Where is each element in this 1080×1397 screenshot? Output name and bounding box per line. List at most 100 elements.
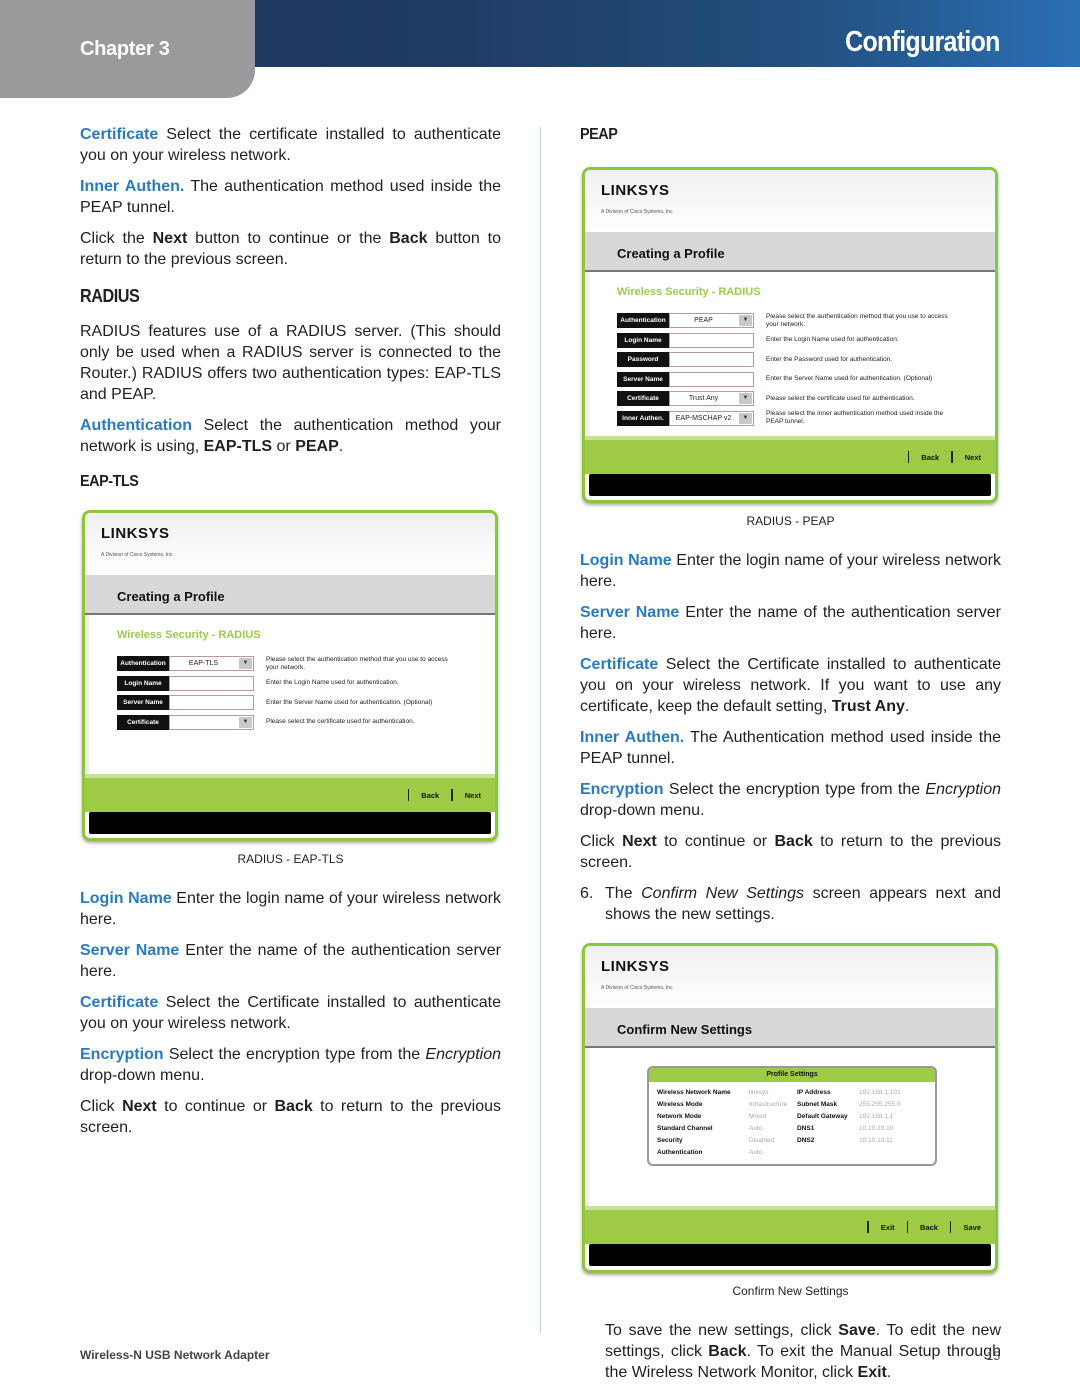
setting-key: Security: [657, 1137, 683, 1144]
back-button[interactable]: Back: [921, 447, 939, 468]
text-input[interactable]: [669, 352, 754, 368]
next-button[interactable]: Next: [965, 447, 981, 468]
setting-key: DNS1: [797, 1125, 815, 1132]
peap-screenshot: LINKSYS A Division of Cisco Systems, Inc…: [582, 167, 998, 503]
step-6: 6. The Confirm New Settings screen appea…: [580, 885, 1002, 923]
select-field[interactable]: EAP-MSCHAP v2 ▼: [669, 410, 754, 426]
click-next-paragraph: Click Next to continue or Back to return…: [580, 833, 1002, 871]
term-server-name: Server Name: [580, 604, 680, 621]
left-column: Certificate Select the certificate insta…: [80, 124, 501, 1148]
nav-separator: [907, 451, 910, 463]
setting-value: [859, 1147, 919, 1158]
term-encryption: Encryption: [80, 1046, 164, 1063]
certificate-paragraph-2: Certificate Select the Certificate insta…: [80, 994, 501, 1032]
inner-authen-paragraph: Inner Authen. The authentication method …: [80, 178, 501, 216]
encryption-paragraph: Encryption Select the encryption type fr…: [580, 781, 1001, 819]
figure-caption: RADIUS - PEAP: [746, 514, 835, 528]
radius-description: RADIUS features use of a RADIUS server. …: [80, 323, 501, 403]
chapter-tab: Chapter 3: [0, 0, 255, 98]
form-row: Server Name Enter the Server Name used fo…: [117, 693, 467, 713]
text-input[interactable]: [169, 695, 254, 711]
text-input[interactable]: [669, 371, 754, 387]
field-help-text: Please select the certificate used for a…: [266, 718, 415, 726]
setting-key: Wireless Network Name: [657, 1089, 731, 1096]
form-row: Authentication PEAP ▼ Please select the aut…: [617, 311, 967, 331]
nav-separator: [951, 451, 953, 463]
setting-value: Disabled: [749, 1137, 775, 1144]
screen-nav: Exit Back Save: [585, 1206, 995, 1244]
form-row: Password Enter the Password used for auth…: [617, 350, 967, 370]
nav-separator: [451, 789, 453, 801]
setting-value: 255.255.255.0: [859, 1101, 901, 1108]
server-name-paragraph: Server Name Enter the name of the authen…: [580, 604, 1002, 642]
screen-title: Creating a Profile: [585, 232, 995, 272]
save-button[interactable]: Save: [963, 1217, 981, 1238]
select-field[interactable]: Trust Any ▼: [669, 391, 754, 407]
field-label: Login Name: [617, 332, 669, 348]
text-input[interactable]: [669, 332, 754, 348]
figure-caption: Confirm New Settings: [732, 1284, 849, 1298]
nav-separator: [906, 1221, 909, 1233]
setting-key: [797, 1147, 859, 1158]
certificate-paragraph: Certificate Select the Certificate insta…: [580, 656, 1001, 715]
term-login-name: Login Name: [80, 890, 172, 907]
screen-nav: Back Next: [585, 436, 995, 474]
footer-product-name: Wireless-N USB Network Adapter: [80, 1348, 270, 1362]
field-label: Password: [617, 352, 669, 368]
term-inner-authen: Inner Authen.: [80, 178, 185, 195]
back-button[interactable]: Back: [421, 785, 439, 806]
chevron-down-icon[interactable]: ▼: [739, 315, 752, 327]
profile-settings-heading: Profile Settings: [649, 1068, 935, 1082]
step-number: 6.: [580, 885, 594, 902]
form-row: Login Name Enter the Login Name used for …: [617, 331, 967, 351]
column-divider: [540, 127, 541, 1333]
field-help-text: Please select the inner authentication m…: [766, 410, 944, 426]
nav-separator: [867, 1221, 869, 1233]
setting-value: linksys: [749, 1089, 769, 1096]
setting-key: DNS2: [797, 1137, 815, 1144]
right-column: PEAP LINKSYS A Division of Cisco Systems…: [580, 124, 1001, 1393]
chevron-down-icon[interactable]: ▼: [739, 393, 752, 405]
chapter-label: Chapter 3: [80, 38, 170, 60]
field-help-text: Please select the authentication method …: [266, 655, 448, 671]
click-next-paragraph: Click Next to continue or Back to return…: [80, 1098, 502, 1136]
nav-separator: [949, 1221, 952, 1233]
text-input[interactable]: [169, 675, 254, 691]
setting-key: Standard Channel: [657, 1125, 713, 1132]
section-title: Wireless Security - RADIUS: [117, 629, 261, 641]
inner-authen-paragraph: Inner Authen. The Authentication method …: [580, 729, 1001, 767]
setting-value: 10.10.10.11: [859, 1137, 893, 1144]
field-value: EAP-MSCHAP v2: [675, 414, 732, 422]
status-strip: [89, 812, 491, 834]
setting-value: 192.168.1.1: [859, 1113, 894, 1120]
field-label: Server Name: [117, 695, 169, 711]
field-help-text: Enter the Login Name used for authentica…: [266, 679, 399, 687]
back-button[interactable]: Back: [920, 1217, 938, 1238]
term-certificate: Certificate: [80, 126, 159, 143]
select-field[interactable]: PEAP ▼: [669, 313, 754, 329]
status-strip: [589, 1244, 991, 1266]
next-button[interactable]: Next: [465, 785, 481, 806]
page-title: Configuration: [845, 26, 1000, 58]
chevron-down-icon[interactable]: ▼: [739, 412, 752, 424]
setting-value: Mixed: [749, 1113, 767, 1120]
select-field[interactable]: ▼: [169, 714, 254, 730]
field-help-text: Enter the Password used for authenticati…: [766, 355, 893, 363]
screen-title: Confirm New Settings: [585, 1008, 995, 1048]
field-value: EAP-TLS: [188, 660, 219, 668]
chevron-down-icon[interactable]: ▼: [239, 658, 252, 670]
save-instructions: To save the new settings, click Save. To…: [605, 1322, 1002, 1381]
chevron-down-icon[interactable]: ▼: [239, 716, 252, 728]
radius-heading: RADIUS: [80, 286, 140, 306]
certificate-paragraph: Certificate Select the certificate insta…: [80, 126, 501, 164]
confirm-settings-screenshot: LINKSYS A Division of Cisco Systems, Inc…: [582, 943, 998, 1273]
authentication-paragraph: Authentication Select the authentication…: [80, 417, 501, 455]
select-field[interactable]: EAP-TLS ▼: [169, 656, 254, 672]
field-label: Authentication: [117, 656, 169, 672]
exit-button[interactable]: Exit: [881, 1217, 895, 1238]
nav-separator: [407, 789, 410, 801]
encryption-paragraph: Encryption Select the encryption type fr…: [80, 1046, 501, 1084]
setting-value: 10.10.10.10: [859, 1125, 894, 1132]
field-help-text: Enter the Server Name used for authentic…: [766, 375, 933, 383]
field-help-text: Enter the Login Name used for authentica…: [766, 336, 899, 344]
